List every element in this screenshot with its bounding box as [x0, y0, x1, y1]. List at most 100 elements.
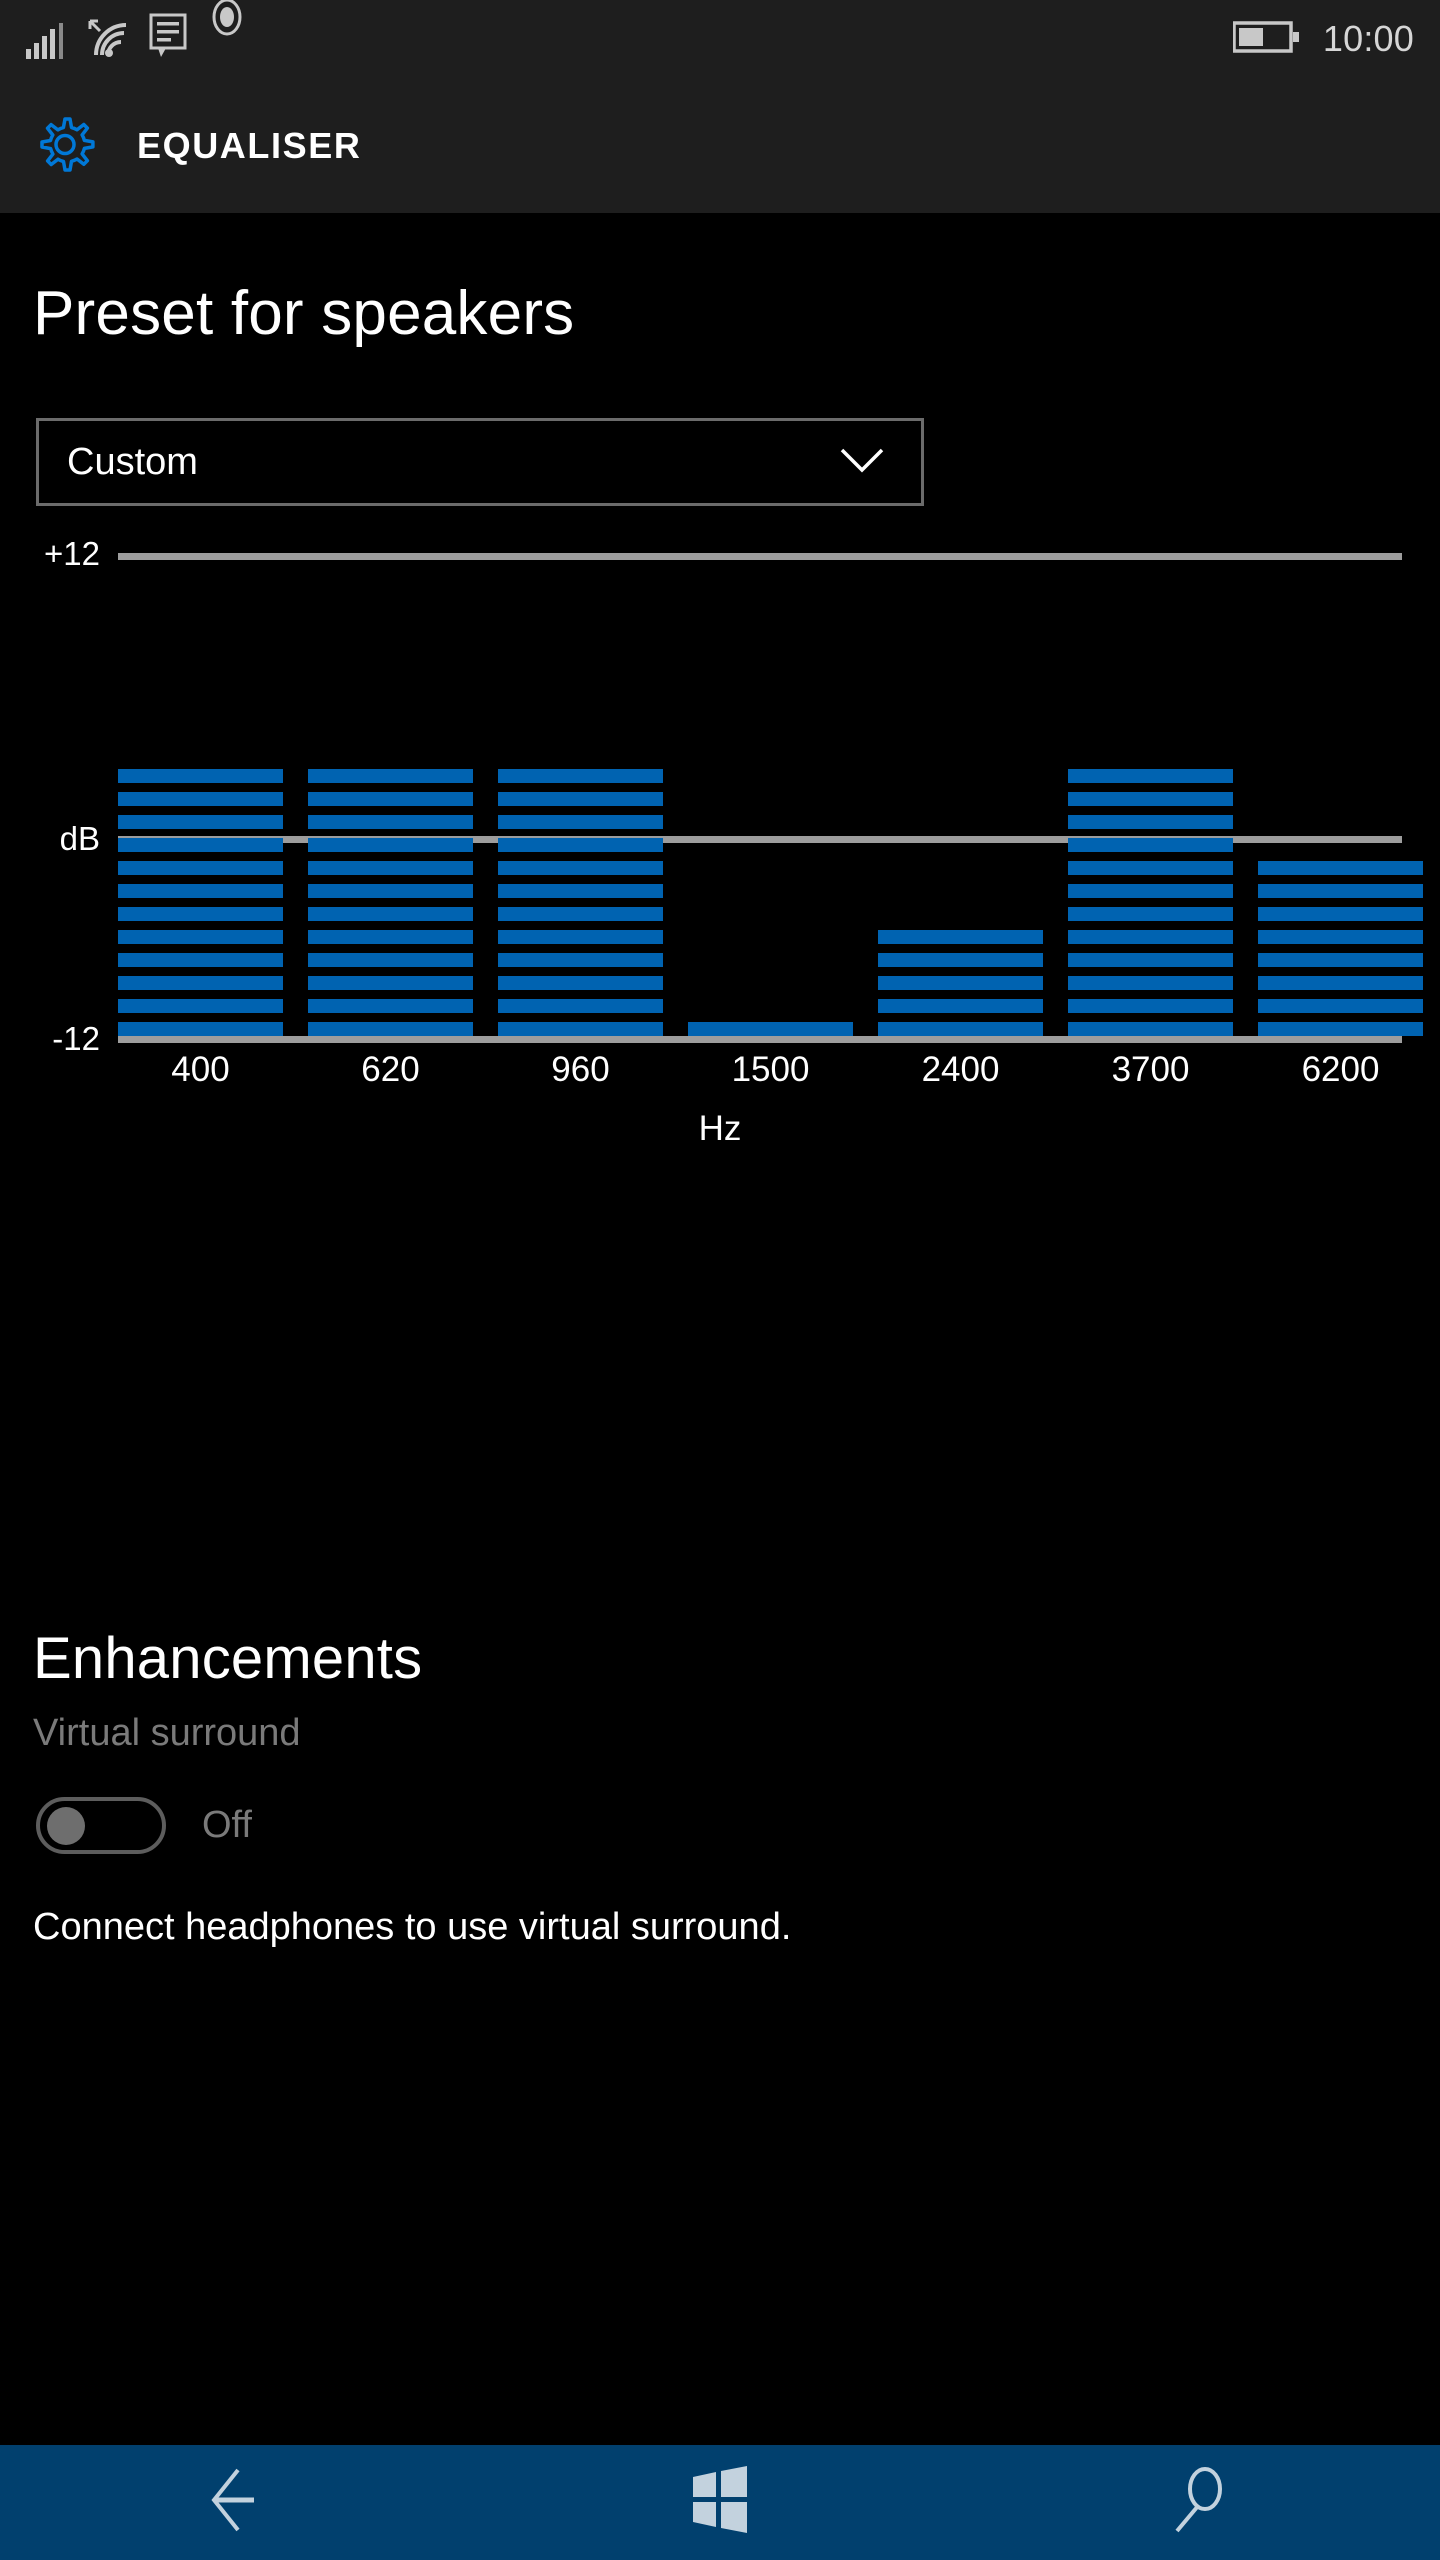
eq-band-segment [118, 792, 283, 806]
eq-band-segment [118, 838, 283, 852]
status-bar-left-icons [0, 0, 244, 78]
virtual-surround-toggle[interactable] [36, 1797, 166, 1854]
x-axis-unit-label: Hz [698, 1109, 742, 1148]
eq-band-segment [1068, 907, 1233, 921]
eq-band-segment [498, 953, 663, 967]
main-content: Preset for speakers Custom +12 dB -12 40… [0, 213, 1440, 1948]
eq-band-1500[interactable] [688, 1013, 853, 1036]
toggle-state-label: Off [202, 1804, 252, 1846]
wifi-icon [84, 15, 130, 64]
eq-band-segment [1258, 930, 1423, 944]
preset-select[interactable]: Custom [36, 418, 924, 506]
phone-screen: 10:00 EQUALISER Preset for speakers Cust… [0, 0, 1440, 2560]
eq-band-620[interactable] [308, 760, 473, 1036]
eq-band-segment [1068, 769, 1233, 783]
eq-band-segment [878, 1022, 1043, 1036]
eq-band-segment [1068, 1022, 1233, 1036]
preset-select-value: Custom [67, 440, 198, 483]
x-axis-tick-label: 620 [361, 1050, 420, 1089]
enhancements-title: Enhancements [33, 1626, 423, 1691]
eq-band-segment [1258, 999, 1423, 1013]
eq-band-6200[interactable] [1258, 852, 1423, 1036]
eq-band-segment [498, 884, 663, 898]
app-header: EQUALISER [0, 78, 1440, 213]
eq-band-segment [1068, 884, 1233, 898]
eq-band-segment [498, 769, 663, 783]
eq-band-960[interactable] [498, 760, 663, 1036]
eq-band-segment [118, 884, 283, 898]
x-axis-tick-label: 3700 [1111, 1050, 1190, 1089]
app-title: EQUALISER [137, 124, 362, 166]
eq-band-segment [498, 1022, 663, 1036]
eq-band-segment [1068, 976, 1233, 990]
eq-band-segment [688, 1022, 853, 1036]
back-button[interactable] [0, 2445, 480, 2560]
back-arrow-icon [200, 2464, 280, 2541]
x-axis-tick-label: 400 [171, 1050, 230, 1089]
eq-band-segment [1068, 861, 1233, 875]
eq-band-segment [1068, 815, 1233, 829]
eq-band-segment [498, 907, 663, 921]
y-axis-bottom-label: -12 [52, 1020, 100, 1057]
cellular-signal-icon [26, 23, 66, 64]
eq-band-segment [1258, 1022, 1423, 1036]
eq-band-segment [118, 976, 283, 990]
gear-icon[interactable] [28, 109, 102, 183]
start-button[interactable] [480, 2445, 960, 2560]
status-bar: 10:00 [0, 0, 1440, 78]
system-navigation-bar [0, 2445, 1440, 2560]
x-axis-labels: 400 620 960 1500 2400 3700 6200 [118, 1050, 1402, 1100]
eq-band-segment [308, 792, 473, 806]
x-axis-tick-label: 2400 [921, 1050, 1000, 1089]
eq-band-segment [118, 815, 283, 829]
eq-band-segment [1258, 861, 1423, 875]
eq-band-segment [498, 861, 663, 875]
eq-band-segment [878, 930, 1043, 944]
eq-band-segment [308, 930, 473, 944]
equaliser-chart: +12 dB -12 400 620 960 1500 2400 3700 6200 Hz [0, 535, 1440, 1148]
eq-band-segment [1068, 792, 1233, 806]
virtual-surround-label: Virtual surround [33, 1712, 301, 1754]
eq-band-segment [118, 930, 283, 944]
eq-band-segment [1258, 884, 1423, 898]
eq-band-2400[interactable] [878, 921, 1043, 1036]
eq-band-segment [498, 999, 663, 1013]
search-button[interactable] [960, 2445, 1440, 2560]
eq-band-segment [1068, 999, 1233, 1013]
windows-start-icon [685, 2464, 755, 2541]
eq-band-segment [1068, 953, 1233, 967]
eq-band-segment [498, 930, 663, 944]
eq-band-segment [1258, 953, 1423, 967]
x-axis-tick-label: 1500 [731, 1050, 810, 1089]
recording-icon [210, 0, 244, 42]
eq-band-segment [118, 999, 283, 1013]
eq-band-segment [308, 838, 473, 852]
eq-band-segment [308, 907, 473, 921]
status-bar-right: 10:00 [1232, 18, 1440, 60]
eq-band-400[interactable] [118, 760, 283, 1036]
eq-band-segment [1068, 930, 1233, 944]
x-axis-tick-label: 960 [551, 1050, 610, 1089]
y-axis-unit-label: dB [59, 820, 100, 857]
virtual-surround-toggle-row[interactable]: Off [36, 1797, 1440, 1854]
eq-band-segment [118, 953, 283, 967]
sms-icon [148, 13, 192, 64]
eq-band-segment [308, 1022, 473, 1036]
eq-band-segment [498, 838, 663, 852]
eq-band-segment [878, 976, 1043, 990]
eq-band-segment [308, 884, 473, 898]
eq-band-segment [308, 769, 473, 783]
eq-band-segment [118, 861, 283, 875]
search-icon [1165, 2463, 1235, 2542]
x-axis-tick-label: 6200 [1301, 1050, 1380, 1089]
eq-band-segment [308, 976, 473, 990]
eq-band-segment [498, 976, 663, 990]
eq-band-segment [498, 815, 663, 829]
equaliser-bands[interactable] [118, 553, 1423, 1036]
eq-band-segment [118, 769, 283, 783]
eq-band-segment [308, 953, 473, 967]
virtual-surround-note: Connect headphones to use virtual surrou… [33, 1906, 792, 1948]
eq-band-segment [308, 999, 473, 1013]
page-title: Preset for speakers [33, 279, 575, 348]
eq-band-3700[interactable] [1068, 760, 1233, 1036]
